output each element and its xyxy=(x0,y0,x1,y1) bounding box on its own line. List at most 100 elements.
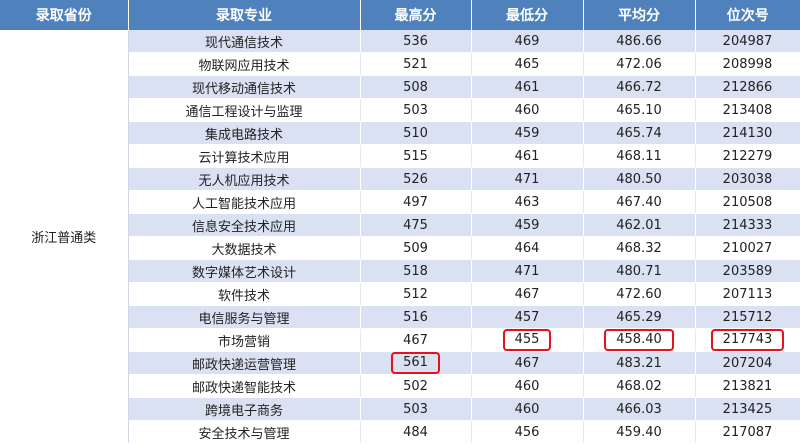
min-score-cell: 461 xyxy=(471,75,584,99)
rank-cell: 207204 xyxy=(695,351,800,375)
min-score-cell: 461 xyxy=(471,144,584,168)
min-score-cell: 460 xyxy=(471,98,584,122)
max-score-cell: 516 xyxy=(360,305,472,329)
min-score-cell: 455 xyxy=(471,328,584,352)
major-cell: 信息安全技术应用 xyxy=(128,213,361,237)
major-cell: 人工智能技术应用 xyxy=(128,190,361,214)
major-cell: 通信工程设计与监理 xyxy=(128,98,361,122)
header-major: 录取专业 xyxy=(128,0,361,30)
highlight-box: 455 xyxy=(502,329,552,351)
max-score-cell: 484 xyxy=(360,420,472,444)
major-cell: 市场营销 xyxy=(128,328,361,352)
major-cell: 软件技术 xyxy=(128,282,361,306)
max-score-cell: 475 xyxy=(360,213,472,237)
max-score-cell: 515 xyxy=(360,144,472,168)
rank-cell: 203038 xyxy=(695,167,800,191)
major-cell: 安全技术与管理 xyxy=(128,420,361,444)
avg-score-cell: 459.40 xyxy=(583,420,696,444)
major-cell: 现代通信技术 xyxy=(128,30,361,53)
avg-score-cell: 462.01 xyxy=(583,213,696,237)
max-score-cell: 509 xyxy=(360,236,472,260)
min-score-cell: 467 xyxy=(471,282,584,306)
major-cell: 数字媒体艺术设计 xyxy=(128,259,361,283)
table-row: 浙江普通类 现代通信技术 536 469 486.66 204987 xyxy=(0,30,800,444)
major-cell: 物联网应用技术 xyxy=(128,52,361,76)
min-score-cell: 459 xyxy=(471,213,584,237)
rank-cell: 210027 xyxy=(695,236,800,260)
header-province: 录取省份 xyxy=(0,0,129,30)
highlight-box: 458.40 xyxy=(604,329,674,351)
avg-score-cell: 466.72 xyxy=(583,75,696,99)
avg-score-cell: 467.40 xyxy=(583,190,696,214)
rank-cell: 213821 xyxy=(695,374,800,398)
major-cell: 邮政快递智能技术 xyxy=(128,374,361,398)
min-score-cell: 471 xyxy=(471,167,584,191)
rank-cell: 214130 xyxy=(695,121,800,145)
major-cell: 无人机应用技术 xyxy=(128,167,361,191)
avg-score-cell: 468.11 xyxy=(583,144,696,168)
table-header: 录取省份 录取专业 最高分 最低分 平均分 位次号 xyxy=(0,0,800,30)
avg-score-cell: 465.29 xyxy=(583,305,696,329)
min-score-cell: 464 xyxy=(471,236,584,260)
avg-score-cell: 472.60 xyxy=(583,282,696,306)
max-score-cell: 518 xyxy=(360,259,472,283)
rank-cell: 204987 xyxy=(695,30,800,53)
rank-cell: 213408 xyxy=(695,98,800,122)
rank-cell: 217087 xyxy=(695,420,800,444)
min-score-cell: 471 xyxy=(471,259,584,283)
highlight-box: 561 xyxy=(391,352,440,374)
major-cell: 云计算技术应用 xyxy=(128,144,361,168)
max-score-cell: 467 xyxy=(360,328,472,352)
max-score-cell: 561 xyxy=(360,351,472,375)
rank-cell: 210508 xyxy=(695,190,800,214)
max-score-cell: 510 xyxy=(360,121,472,145)
min-score-cell: 460 xyxy=(471,374,584,398)
min-score-cell: 465 xyxy=(471,52,584,76)
header-avg-score: 平均分 xyxy=(583,0,696,30)
highlight-box: 217743 xyxy=(710,329,785,351)
header-min-score: 最低分 xyxy=(471,0,584,30)
rank-cell: 217743 xyxy=(695,328,800,352)
table-body: 浙江普通类 现代通信技术 536 469 486.66 204987 物联网应用技术 521 4… xyxy=(0,30,800,444)
max-score-cell: 497 xyxy=(360,190,472,214)
min-score-cell: 463 xyxy=(471,190,584,214)
header-row: 录取省份 录取专业 最高分 最低分 平均分 位次号 xyxy=(0,0,800,30)
rank-cell: 203589 xyxy=(695,259,800,283)
major-cell: 集成电路技术 xyxy=(128,121,361,145)
rank-cell: 208998 xyxy=(695,52,800,76)
avg-score-cell: 472.06 xyxy=(583,52,696,76)
max-score-cell: 512 xyxy=(360,282,472,306)
major-cell: 现代移动通信技术 xyxy=(128,75,361,99)
rank-cell: 207113 xyxy=(695,282,800,306)
max-score-cell: 503 xyxy=(360,397,472,421)
min-score-cell: 457 xyxy=(471,305,584,329)
min-score-cell: 469 xyxy=(471,30,584,53)
avg-score-cell: 480.50 xyxy=(583,167,696,191)
avg-score-cell: 468.02 xyxy=(583,374,696,398)
max-score-cell: 503 xyxy=(360,98,472,122)
major-cell: 跨境电子商务 xyxy=(128,397,361,421)
province-cell: 浙江普通类 xyxy=(0,30,129,444)
major-cell: 大数据技术 xyxy=(128,236,361,260)
rank-cell: 212279 xyxy=(695,144,800,168)
avg-score-cell: 480.71 xyxy=(583,259,696,283)
max-score-cell: 508 xyxy=(360,75,472,99)
avg-score-cell: 486.66 xyxy=(583,30,696,53)
avg-score-cell: 468.32 xyxy=(583,236,696,260)
min-score-cell: 459 xyxy=(471,121,584,145)
rank-cell: 213425 xyxy=(695,397,800,421)
rank-cell: 215712 xyxy=(695,305,800,329)
header-max-score: 最高分 xyxy=(360,0,472,30)
avg-score-cell: 458.40 xyxy=(583,328,696,352)
avg-score-cell: 465.74 xyxy=(583,121,696,145)
avg-score-cell: 465.10 xyxy=(583,98,696,122)
admission-scores-table: 录取省份 录取专业 最高分 最低分 平均分 位次号 浙江普通类 现代通信技术 536… xyxy=(0,0,800,444)
rank-cell: 214333 xyxy=(695,213,800,237)
min-score-cell: 456 xyxy=(471,420,584,444)
max-score-cell: 536 xyxy=(360,30,472,53)
min-score-cell: 467 xyxy=(471,351,584,375)
avg-score-cell: 466.03 xyxy=(583,397,696,421)
max-score-cell: 526 xyxy=(360,167,472,191)
header-rank: 位次号 xyxy=(695,0,800,30)
max-score-cell: 502 xyxy=(360,374,472,398)
